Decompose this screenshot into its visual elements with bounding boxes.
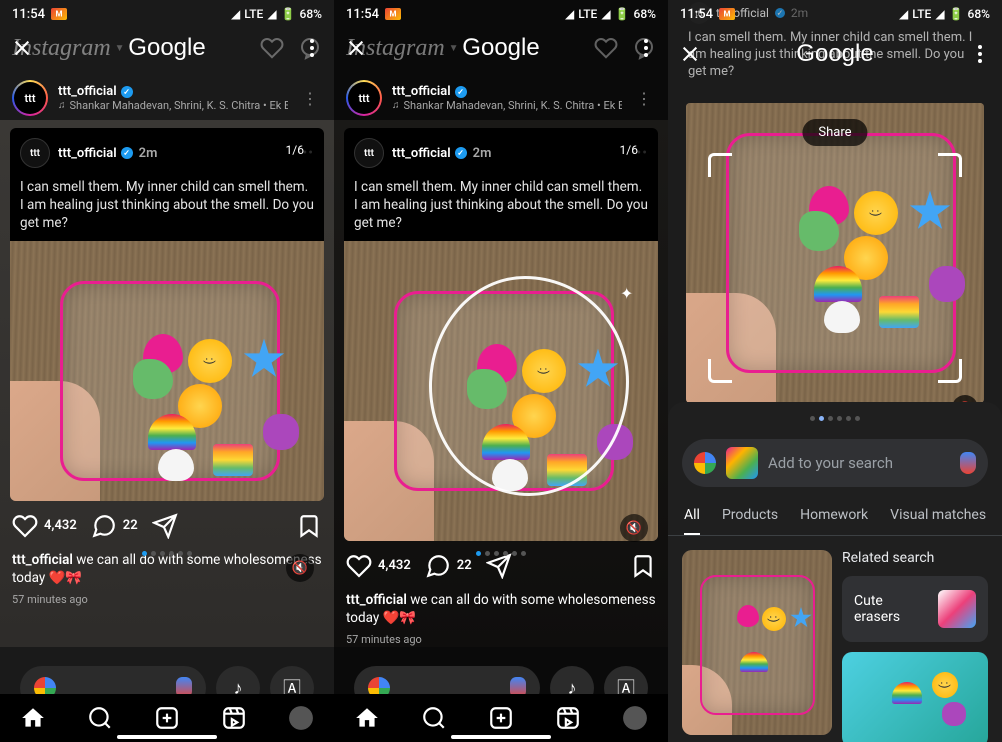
google-g-icon xyxy=(694,452,716,474)
status-bar: 11:54 ◢LTE◢🔋68% xyxy=(334,0,668,28)
post-card: ttt ttt_official2m ••• I can smell them.… xyxy=(344,128,658,541)
post-card: ttt ttt_official2m ••• I can smell them.… xyxy=(10,128,324,501)
status-time: 11:54 xyxy=(12,7,45,22)
verified-icon xyxy=(121,147,133,159)
avatar[interactable]: ttt xyxy=(12,80,48,116)
more-button[interactable]: ⋮ xyxy=(632,85,656,112)
close-button[interactable] xyxy=(680,44,700,64)
nav-reels[interactable] xyxy=(555,705,581,731)
share-button[interactable]: Share xyxy=(802,119,867,146)
like-button[interactable] xyxy=(346,553,372,579)
battery-icon: 🔋 xyxy=(281,7,296,21)
verified-icon xyxy=(121,86,133,98)
username[interactable]: ttt_official xyxy=(58,84,117,99)
result-image[interactable] xyxy=(842,652,988,742)
status-bar: 11:54 ◢LTE◢🔋68% xyxy=(668,0,1002,28)
tab-homework[interactable]: Homework xyxy=(800,497,868,535)
post-time: 2m xyxy=(139,146,158,161)
gmail-icon xyxy=(51,8,67,20)
story-header: ttt ttt_official ♫Shankar Mahadevan, Shr… xyxy=(334,68,668,128)
related-label: Related search xyxy=(842,550,988,566)
post-caption: I can smell them. My inner child can sme… xyxy=(10,178,324,241)
carousel-dots xyxy=(668,412,1002,425)
crop-corner-tr[interactable] xyxy=(938,153,962,177)
nav-search[interactable] xyxy=(421,705,447,731)
signal-icon: ◢ xyxy=(267,7,276,21)
menu-button[interactable] xyxy=(970,44,990,64)
action-row: 4,432 22 xyxy=(0,501,334,551)
lens-image[interactable]: Share 🔇 xyxy=(686,103,984,403)
mute-button[interactable]: 🔇 xyxy=(620,514,648,542)
more-button[interactable]: ⋮ xyxy=(298,85,322,112)
search-input[interactable]: Add to your search xyxy=(682,439,988,487)
post-username[interactable]: ttt_official xyxy=(58,146,117,161)
tab-products[interactable]: Products xyxy=(722,497,778,535)
home-indicator xyxy=(117,735,217,739)
music-icon: ♫ xyxy=(58,100,66,111)
results-sheet[interactable]: Add to your search All Products Homework… xyxy=(668,402,1002,742)
google-logo: Google xyxy=(32,34,302,62)
crop-corner-tl[interactable] xyxy=(708,153,732,177)
menu-button[interactable] xyxy=(302,38,322,58)
signal-icon: ◢ xyxy=(231,7,240,21)
like-count: 4,432 xyxy=(44,518,77,533)
comment-button[interactable] xyxy=(91,513,117,539)
share-button[interactable] xyxy=(486,553,512,579)
result-image[interactable] xyxy=(682,550,832,735)
google-logo: Google xyxy=(700,40,970,68)
page-indicator: 1/6 xyxy=(276,140,314,160)
nav-add[interactable] xyxy=(154,705,180,731)
mute-button[interactable]: 🔇 xyxy=(286,554,314,582)
post-avatar[interactable]: ttt xyxy=(20,138,50,168)
nav-reels[interactable] xyxy=(221,705,247,731)
comment-button[interactable] xyxy=(425,553,451,579)
post-timestamp: 57 minutes ago xyxy=(0,593,334,606)
nav-add[interactable] xyxy=(488,705,514,731)
signal-label: LTE xyxy=(244,7,263,21)
search-placeholder: Add to your search xyxy=(768,454,950,472)
google-logo: Google xyxy=(366,34,636,62)
nav-profile[interactable] xyxy=(622,705,648,731)
close-button[interactable] xyxy=(346,38,366,58)
tab-visual[interactable]: Visual matches xyxy=(890,497,986,535)
post-image[interactable]: ✦ xyxy=(344,241,658,541)
avatar[interactable]: ttt xyxy=(346,80,382,116)
page-indicator: 1/6 xyxy=(610,140,648,160)
crop-corner-bl[interactable] xyxy=(708,359,732,383)
bookmark-button[interactable] xyxy=(296,513,322,539)
status-bar: 11:54 ◢ LTE ◢ 🔋 68% xyxy=(0,0,334,28)
tabs: All Products Homework Visual matches Abo… xyxy=(668,497,1002,536)
like-button[interactable] xyxy=(12,513,38,539)
carousel-dots xyxy=(142,551,192,556)
nav-home[interactable] xyxy=(20,705,46,731)
battery-pct: 68% xyxy=(300,7,322,21)
chip-thumbnail xyxy=(938,590,976,628)
search-thumbnail xyxy=(726,447,758,479)
nav-search[interactable] xyxy=(87,705,113,731)
share-button[interactable] xyxy=(152,513,178,539)
music-text: Shankar Mahadevan, Shrini, K. S. Chitra … xyxy=(70,99,289,112)
nav-home[interactable] xyxy=(354,705,380,731)
post-image[interactable] xyxy=(10,241,324,501)
menu-button[interactable] xyxy=(636,38,656,58)
comment-count: 22 xyxy=(123,518,138,533)
gmail-icon xyxy=(385,8,401,20)
mic-icon[interactable] xyxy=(960,452,976,474)
tab-all[interactable]: All xyxy=(684,497,700,535)
crop-corner-br[interactable] xyxy=(938,359,962,383)
caption-below: ttt_official we can all do with some who… xyxy=(0,551,334,593)
related-chip[interactable]: Cute erasers xyxy=(842,576,988,642)
story-header: ttt ttt_official ♫ Shankar Mahadevan, Shr… xyxy=(0,68,334,128)
bookmark-button[interactable] xyxy=(630,553,656,579)
nav-profile[interactable] xyxy=(288,705,314,731)
close-button[interactable] xyxy=(12,38,32,58)
